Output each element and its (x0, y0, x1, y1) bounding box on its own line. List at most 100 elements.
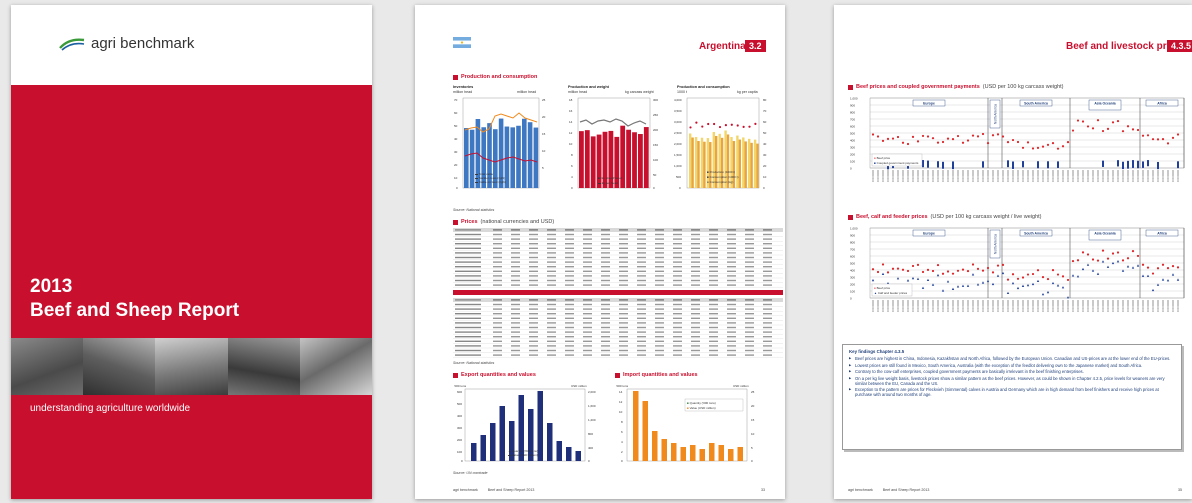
production-weight-chart: 18 16 14 12 10 8 6 4 0 300 250 200 150 100 50 0 ■ No. … (569, 97, 658, 190)
page-footer: agri benchmark Beef and Sheep Report 201… (453, 488, 534, 492)
price-table-cell (511, 313, 520, 315)
price-table-cell (547, 340, 556, 342)
beef-price-point (921, 270, 925, 274)
beef-price-point (1086, 125, 1090, 128)
price-table-cell (583, 238, 592, 240)
price-table-cell (583, 270, 592, 272)
region-label: South America (1024, 232, 1048, 236)
footer-report: Beef and Sheep Report 2013 (882, 488, 930, 492)
key-finding-item: Contrary to the cow-calf enterprises, co… (849, 369, 1175, 374)
price-table-cell (655, 331, 664, 333)
price-table-cell (619, 266, 628, 268)
price-table-cell (529, 326, 538, 329)
svg-text:0: 0 (588, 459, 590, 463)
report-cover-page[interactable]: agri benchmark 2013 Beef and Sheep Repor… (11, 5, 372, 499)
price-table-cell (565, 238, 574, 240)
price-table-cell (709, 266, 718, 268)
price-table-cell (727, 322, 736, 324)
calf-price-point (946, 280, 950, 283)
price-table-cell (727, 238, 736, 240)
price-table-cell (529, 275, 538, 277)
price-table-cell (673, 256, 682, 259)
calf-price-point (1076, 275, 1080, 278)
price-table-cell (691, 331, 700, 333)
price-table-cell (655, 247, 664, 249)
price-table-cell (763, 261, 772, 263)
section-number-badge: 4.3.5 (1167, 40, 1192, 52)
consumption-kg-point (713, 122, 716, 126)
y-tick-label: 400 (850, 269, 855, 273)
beef-prices-page[interactable]: Beef and livestock prices 4.3.5 Beef pri… (834, 5, 1192, 499)
svg-text:0: 0 (461, 459, 463, 463)
svg-text:● Consumption (kg): ● Consumption (kg) (707, 180, 733, 184)
price-table-cell (565, 256, 574, 259)
calf-price-point (1041, 292, 1045, 296)
price-table-cell (709, 252, 718, 254)
price-table-cell (691, 345, 700, 347)
price-table-cell (691, 243, 700, 245)
beef-price-point (896, 135, 900, 139)
section-beef-prices-title: Beef prices and coupled government payme… (856, 84, 980, 90)
price-table-cell (763, 252, 772, 254)
beef-price-point (911, 135, 915, 138)
svg-text:14: 14 (619, 390, 623, 394)
export-quantity-bar (547, 423, 553, 461)
price-table-label (455, 279, 481, 282)
price-table-cell (637, 252, 646, 254)
consumption-kg-point (707, 122, 710, 126)
svg-text:3,500: 3,500 (674, 109, 682, 113)
beef-price-point (1111, 252, 1115, 255)
price-table-cell (601, 252, 610, 254)
svg-text:5: 5 (751, 446, 753, 450)
inventory-bar (533, 127, 539, 188)
price-table-cell (511, 279, 520, 282)
price-table-cell (529, 284, 538, 286)
svg-text:6: 6 (571, 164, 573, 168)
price-table-cell (673, 313, 682, 315)
inventories-chart: 706050403020100 252015105 ▬ Total cattle… (454, 97, 546, 190)
export-quantity-bar (537, 391, 543, 461)
price-table-cell (637, 303, 646, 306)
price-table-label (455, 238, 481, 240)
svg-text:12: 12 (569, 131, 573, 135)
cover-photo-strip (11, 338, 372, 395)
argentina-page[interactable]: Argentina 3.2 Production and consumption… (415, 5, 785, 499)
svg-text:0: 0 (653, 186, 655, 190)
svg-text:500: 500 (457, 402, 462, 406)
price-table-cell (745, 270, 754, 272)
price-table-cell (547, 336, 556, 338)
price-table-cell (547, 256, 556, 259)
price-table-cell (745, 284, 754, 286)
price-table-cell (601, 279, 610, 282)
y-tick-label: 200 (850, 283, 855, 287)
cover-title: 2013 Beef and Sheep Report (30, 275, 239, 323)
price-table-cell (511, 247, 520, 249)
beef-price-point (1171, 264, 1175, 268)
beef-price-point (1101, 129, 1105, 133)
payment-bar (1022, 161, 1024, 168)
svg-text:50: 50 (763, 131, 767, 135)
beef-price-point (1136, 128, 1140, 132)
key-finding-item: Beef prices are highest in China, Indone… (849, 356, 1175, 361)
consumption-kg-point (701, 125, 704, 128)
price-table-cell (637, 243, 646, 245)
price-table-cell (637, 275, 646, 277)
production-weight-unit-right: kg carcass weight (625, 90, 654, 94)
price-table-label (455, 354, 481, 356)
price-table-label (455, 331, 481, 333)
price-table-cell (655, 279, 664, 282)
beef-price-point (1066, 141, 1070, 144)
price-table-cell (547, 233, 556, 236)
price-table-cell (637, 313, 646, 315)
price-table-cell (583, 322, 592, 324)
beef-price-point (1176, 133, 1180, 136)
svg-text:4,000: 4,000 (674, 98, 682, 102)
beef-price-point (1046, 277, 1050, 281)
price-table-cell (529, 349, 538, 352)
svg-text:8: 8 (621, 420, 623, 424)
price-table-cell (583, 256, 592, 259)
price-table-cell (673, 284, 682, 286)
svg-text:100: 100 (457, 450, 462, 454)
region-label: Asia Oceania (1094, 232, 1115, 236)
price-table-label (455, 256, 481, 259)
